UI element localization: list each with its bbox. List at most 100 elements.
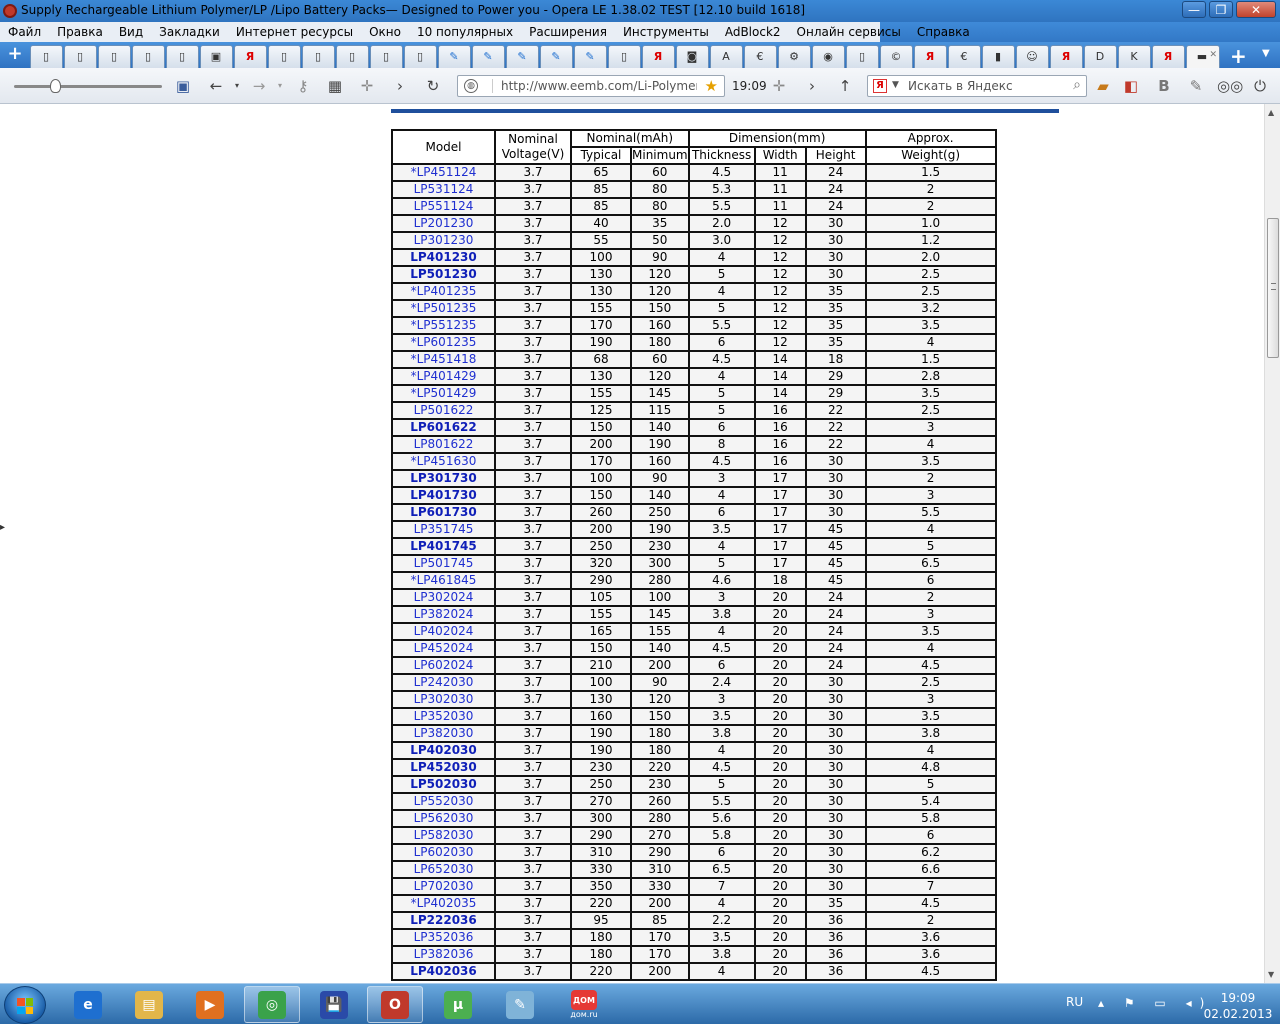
cell-model[interactable]: LP402036: [391, 962, 496, 981]
address-url[interactable]: http://www.eemb.com/Li-Polymer_b: [492, 79, 697, 93]
browser-tab[interactable]: ▯: [64, 45, 97, 68]
cell-model[interactable]: *LP451418: [391, 350, 496, 369]
clock-time[interactable]: 19:09: [1208, 991, 1268, 1005]
cell-model[interactable]: *LP401429: [391, 367, 496, 386]
menu-item[interactable]: Файл: [8, 25, 41, 39]
browser-tab[interactable]: ▯: [98, 45, 131, 68]
scroll-up-icon[interactable]: ▲: [1268, 108, 1274, 117]
browser-tab[interactable]: ▯: [268, 45, 301, 68]
scrollbar-thumb[interactable]: [1267, 218, 1279, 358]
reload-icon[interactable]: ↻: [424, 77, 442, 95]
cell-model[interactable]: LP501622: [391, 401, 496, 420]
tab-list-chevron-icon[interactable]: ▼: [1262, 48, 1270, 59]
cell-model[interactable]: LP352030: [391, 707, 496, 726]
cell-model[interactable]: LP562030: [391, 809, 496, 828]
browser-tab[interactable]: ▯: [370, 45, 403, 68]
browser-tab[interactable]: ☺: [1016, 45, 1049, 68]
taskbar-app-button[interactable]: 💾: [306, 986, 362, 1023]
language-indicator[interactable]: RU: [1066, 995, 1083, 1009]
bookmark-page-icon[interactable]: ▦: [326, 77, 344, 95]
search-icon[interactable]: ⌕: [1073, 77, 1081, 93]
cell-model[interactable]: LP601730: [391, 503, 496, 522]
search-engine-dropdown-icon[interactable]: ▼: [892, 80, 899, 90]
menu-item[interactable]: Закладки: [159, 25, 220, 39]
cell-model[interactable]: LP201230: [391, 214, 496, 233]
cell-model[interactable]: LP351745: [391, 520, 496, 539]
cell-model[interactable]: LP382030: [391, 724, 496, 743]
taskbar-app-button[interactable]: e: [60, 986, 116, 1023]
forward-history-icon[interactable]: ▾: [271, 77, 289, 95]
menu-item[interactable]: Окно: [369, 25, 401, 39]
browser-tab[interactable]: ©: [880, 45, 913, 68]
cell-model[interactable]: LP402024: [391, 622, 496, 641]
cell-model[interactable]: LP352036: [391, 928, 496, 947]
close-tab-icon[interactable]: ✕: [1209, 50, 1217, 60]
cell-model[interactable]: LP652030: [391, 860, 496, 879]
speed-dial-add-icon[interactable]: ✛: [770, 77, 788, 95]
browser-tab[interactable]: K: [1118, 45, 1151, 68]
menu-item[interactable]: Правка: [57, 25, 103, 39]
star-icon[interactable]: ★: [705, 77, 718, 95]
taskbar-app-button[interactable]: ДОМ дом.ru: [556, 986, 612, 1023]
cell-model[interactable]: LP452024: [391, 639, 496, 658]
cell-model[interactable]: LP502030: [391, 775, 496, 794]
cell-model[interactable]: LP302024: [391, 588, 496, 607]
cell-model[interactable]: *LP451630: [391, 452, 496, 471]
browser-tab[interactable]: ▯: [846, 45, 879, 68]
cell-model[interactable]: LP582030: [391, 826, 496, 845]
browser-tab[interactable]: Я: [234, 45, 267, 68]
address-field[interactable]: ◍ http://www.eemb.com/Li-Polymer_b ★: [457, 75, 725, 97]
cell-model[interactable]: *LP601235: [391, 333, 496, 352]
cell-model[interactable]: LP702030: [391, 877, 496, 896]
scroll-down-icon[interactable]: ▼: [1268, 970, 1274, 979]
browser-tab[interactable]: Я: [914, 45, 947, 68]
minimize-button[interactable]: —: [1182, 1, 1206, 18]
cell-model[interactable]: LP242030: [391, 673, 496, 692]
menu-item[interactable]: Расширения: [529, 25, 607, 39]
b-icon[interactable]: B: [1155, 77, 1173, 95]
back-history-icon[interactable]: ▾: [228, 77, 246, 95]
cell-model[interactable]: LP452030: [391, 758, 496, 777]
yandex-icon[interactable]: Я: [873, 79, 887, 93]
cell-model[interactable]: LP551124: [391, 197, 496, 216]
cell-model[interactable]: LP382036: [391, 945, 496, 964]
cell-model[interactable]: LP301230: [391, 231, 496, 250]
cell-model[interactable]: *LP501429: [391, 384, 496, 403]
back-icon[interactable]: ←: [207, 77, 225, 95]
cell-model[interactable]: LP401745: [391, 537, 496, 556]
browser-tab[interactable]: ✎: [574, 45, 607, 68]
menu-item[interactable]: Инструменты: [623, 25, 709, 39]
browser-tab[interactable]: ▯: [336, 45, 369, 68]
browser-tab[interactable]: €: [948, 45, 981, 68]
browser-tab[interactable]: A: [710, 45, 743, 68]
taskbar-app-button[interactable]: ▤: [121, 986, 177, 1023]
browser-tab[interactable]: ▯: [166, 45, 199, 68]
menu-item[interactable]: Интернет ресурсы: [236, 25, 353, 39]
menu-item[interactable]: 10 популярных: [417, 25, 513, 39]
browser-tab[interactable]: Я: [1152, 45, 1185, 68]
cell-model[interactable]: *LP461845: [391, 571, 496, 590]
add-icon[interactable]: ✛: [358, 77, 376, 95]
browser-tab[interactable]: D: [1084, 45, 1117, 68]
browser-tab[interactable]: ◙: [676, 45, 709, 68]
browser-tab[interactable]: Я: [642, 45, 675, 68]
menu-item[interactable]: Справка: [917, 25, 970, 39]
browser-tab[interactable]: ✎: [438, 45, 471, 68]
zoom-slider[interactable]: [14, 85, 162, 88]
search-placeholder[interactable]: Искать в Яндекс: [908, 79, 1013, 93]
browser-tab[interactable]: ✎: [472, 45, 505, 68]
cell-model[interactable]: LP552030: [391, 792, 496, 811]
power-icon[interactable]: ⏻: [1251, 77, 1269, 95]
forward-icon[interactable]: →: [250, 77, 268, 95]
cell-model[interactable]: LP602024: [391, 656, 496, 675]
browser-tab[interactable]: ▯: [30, 45, 63, 68]
zoom-slider-handle[interactable]: [50, 79, 61, 93]
close-button[interactable]: ✕: [1236, 1, 1276, 18]
browser-tab[interactable]: ◉: [812, 45, 845, 68]
cell-model[interactable]: *LP551235: [391, 316, 496, 335]
cell-model[interactable]: LP302030: [391, 690, 496, 709]
taskbar-app-button[interactable]: ✎: [492, 986, 548, 1023]
vertical-scrollbar[interactable]: ▲ ▼: [1264, 104, 1280, 983]
search-field[interactable]: Я ▼ Искать в Яндекс ⌕: [867, 75, 1087, 97]
turbo-icon[interactable]: ◎◎: [1217, 77, 1243, 95]
